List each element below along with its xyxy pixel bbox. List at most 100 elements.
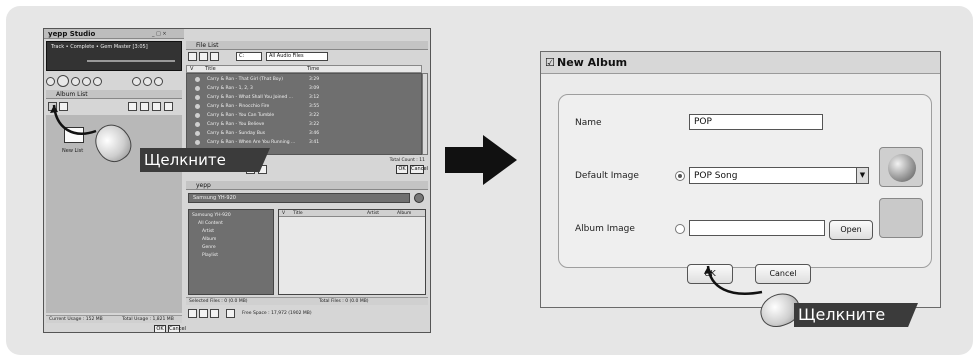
file-list-titlebar: File List (186, 41, 428, 50)
radio-selected-dot (678, 174, 682, 178)
next-icon[interactable] (82, 76, 91, 86)
window-controls-icon[interactable]: _ □ × (152, 29, 167, 39)
app-title: yepp Studio (48, 30, 96, 38)
tree-item-genre[interactable]: Genre (202, 245, 216, 250)
album-icon: ☑ (545, 56, 555, 69)
chevron-down-icon[interactable]: ▼ (856, 168, 868, 183)
table-row[interactable]: Carry & Ron - You Can Tumble 3:22 (189, 112, 419, 119)
audio-file-icon (195, 122, 200, 127)
table-row[interactable]: Carry & Ron - Pinocchio Fire 3:55 (189, 103, 419, 110)
col-check[interactable]: V (282, 210, 285, 217)
prev-icon[interactable] (46, 76, 55, 86)
default-image-label: Default Image (575, 171, 639, 181)
device-status-left: Selected Files : 0 (0.0 MB) (189, 299, 248, 304)
audio-file-icon (195, 113, 200, 118)
album-list-titlebar: Album List (46, 90, 182, 99)
app-titlebar: yepp Studio _ □ × (44, 29, 184, 39)
device-status-bar: Selected Files : 0 (0.0 MB) Total Files … (186, 297, 428, 305)
device-status-icon[interactable] (414, 193, 424, 203)
format-icon[interactable] (210, 309, 219, 318)
repeat-icon[interactable] (132, 76, 141, 86)
play-icon[interactable] (57, 75, 69, 87)
file-list-scrollbar[interactable] (422, 73, 428, 155)
player-track-text: Track • Complete • Gem Master [3:05] (51, 44, 148, 50)
col-title[interactable]: Title (293, 210, 303, 217)
folder-icon[interactable] (188, 52, 197, 61)
default-image-value: POP Song (694, 171, 738, 181)
col-check[interactable]: V (190, 66, 193, 72)
audio-file-icon (195, 131, 200, 136)
player-progress-bar[interactable] (87, 60, 175, 62)
device-status-right: Total Files : 0 (0.0 MB) (319, 299, 369, 304)
default-image-radio[interactable] (675, 171, 685, 181)
name-field[interactable]: POP (689, 114, 823, 130)
sort-icon[interactable] (210, 52, 219, 61)
album-image-radio[interactable] (675, 224, 685, 234)
eject-icon[interactable] (93, 76, 102, 86)
album-status-left: Current Usage : 152 MB (49, 317, 103, 322)
click-callout-right: Щелкните (794, 303, 918, 327)
device-tree: Samsung YH-920 All Content Artist Album … (188, 209, 274, 295)
player-display: Track • Complete • Gem Master [3:05] (46, 41, 182, 71)
drive-select[interactable]: C: (236, 52, 262, 61)
free-space-text: Free Space : 17,972 (1902 MB) (242, 311, 312, 316)
properties-icon[interactable] (164, 102, 173, 111)
col-album[interactable]: Album (397, 210, 411, 217)
device-titlebar: yepp (186, 181, 428, 190)
image-preview-icon (888, 154, 916, 182)
col-artist[interactable]: Artist (367, 210, 379, 217)
audio-file-icon (195, 77, 200, 82)
default-image-select[interactable]: POP Song ▼ (689, 167, 869, 184)
album-ok-button[interactable]: OK (154, 325, 166, 332)
file-type-select[interactable]: All Audio Files (266, 52, 328, 61)
open-button[interactable]: Open (829, 220, 873, 240)
default-image-preview (879, 147, 923, 187)
album-list-title: Album List (56, 91, 88, 98)
dialog-titlebar: ☑ New Album (541, 52, 940, 74)
name-label: Name (575, 118, 602, 128)
tree-item-album[interactable]: Album (202, 237, 216, 242)
device-window: yepp Samsung YH-920 Samsung YH-920 All C… (186, 181, 428, 321)
device-name-bar[interactable]: Samsung YH-920 (188, 193, 410, 203)
tree-item-device[interactable]: Samsung YH-920 (192, 213, 231, 218)
album-status-bar: Current Usage : 152 MB Total Usage : 1,8… (46, 315, 182, 323)
upload-icon[interactable] (188, 309, 197, 318)
file-ok-button[interactable]: OK (396, 165, 408, 174)
album-image-preview (879, 198, 923, 238)
table-row[interactable]: Carry & Ron - 1, 2, 3 3:09 (189, 85, 419, 92)
album-cancel-button[interactable]: Cancel (168, 325, 186, 332)
dialog-title: New Album (557, 56, 628, 69)
audio-file-icon (195, 95, 200, 100)
tree-item-playlist[interactable]: Playlist (202, 253, 218, 258)
device-table-header: V Title Artist Album (279, 210, 425, 217)
file-list-title: File List (196, 42, 219, 49)
yepp-studio-screenshot: yepp Studio _ □ × Track • Complete • Gem… (43, 28, 431, 333)
player-controls (46, 74, 182, 88)
view-icon[interactable] (199, 52, 208, 61)
table-row[interactable]: Carry & Ron - Sunday Bus 3:46 (189, 130, 419, 137)
tree-item-all-content[interactable]: All Content (198, 221, 223, 226)
table-row[interactable]: Carry & Ron - You Believe 3:22 (189, 121, 419, 128)
col-time[interactable]: Time (307, 66, 319, 72)
right-arrow-icon (445, 135, 517, 185)
file-cancel-button[interactable]: Cancel (410, 165, 428, 174)
audio-file-icon (195, 140, 200, 145)
stop-icon[interactable] (71, 76, 80, 86)
album-image-field[interactable] (689, 220, 825, 236)
table-row[interactable]: Carry & Ron - What Shall You Joined ... 3… (189, 94, 419, 101)
table-row[interactable]: Carry & Ron - That Girl (That Boy) 3:29 (189, 76, 419, 83)
album-image-label: Album Image (575, 224, 635, 234)
col-title[interactable]: Title (205, 66, 216, 72)
album-status-right: Total Usage : 1,821 MB (122, 317, 174, 322)
file-list: Carry & Ron - That Girl (That Boy) 3:29 C… (186, 73, 422, 155)
table-row[interactable]: Carry & Ron - When Are You Running ... 3:… (189, 139, 419, 146)
volume-icon[interactable] (154, 76, 163, 86)
device-window-title: yepp (196, 182, 211, 189)
tree-item-artist[interactable]: Artist (202, 229, 214, 234)
shuffle-icon[interactable] (143, 76, 152, 86)
file-list-toolbar: C: All Audio Files (186, 51, 428, 63)
file-list-header: V Title Time (186, 65, 422, 73)
device-info-icon[interactable] (226, 309, 235, 318)
audio-file-icon (195, 86, 200, 91)
download-icon[interactable] (199, 309, 208, 318)
